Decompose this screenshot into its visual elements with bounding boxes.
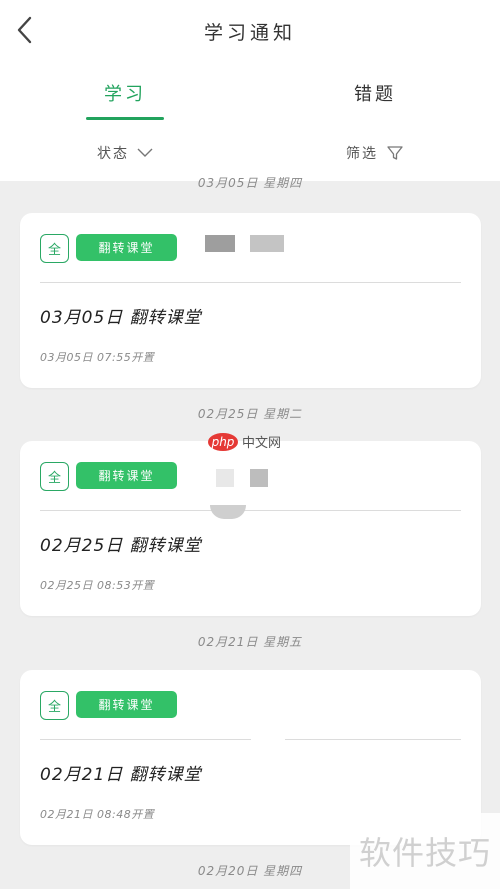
back-button[interactable] <box>8 12 40 48</box>
redacted-block <box>216 469 234 487</box>
status-dropdown[interactable]: 状态 <box>0 124 250 181</box>
tab-wrong-questions[interactable]: 错题 <box>250 62 500 124</box>
filter-bar: 状态 筛选 <box>0 124 500 181</box>
chevron-down-icon <box>137 148 153 157</box>
card-header: 全 翻转课堂 <box>20 441 481 509</box>
status-label: 状态 <box>97 145 129 162</box>
notice-time: 02月25日 08:53开置 <box>40 579 155 592</box>
all-badge: 全 <box>40 691 69 720</box>
redacted-block <box>250 235 284 252</box>
all-badge: 全 <box>40 234 69 263</box>
divider <box>40 510 461 511</box>
tab-bar: 学习 错题 <box>0 62 500 124</box>
chevron-left-icon <box>17 16 32 44</box>
type-badge: 翻转课堂 <box>76 462 177 489</box>
notice-card[interactable]: 全 翻转课堂 03月05日 翻转课堂 03月05日 07:55开置 <box>20 213 481 388</box>
divider <box>285 739 461 740</box>
notice-time: 02月21日 08:48开置 <box>40 808 155 821</box>
divider <box>40 739 251 740</box>
type-badge: 翻转课堂 <box>76 234 177 261</box>
filter-label: 筛选 <box>346 145 378 162</box>
notice-title: 02月25日 翻转课堂 <box>40 536 202 556</box>
notice-time: 03月05日 07:55开置 <box>40 351 155 364</box>
date-separator-partial: 03月05日 星期四 <box>197 177 303 190</box>
date-separator: 02月25日 星期二 <box>197 407 303 421</box>
notice-title: 03月05日 翻转课堂 <box>40 308 202 328</box>
card-header: 全 翻转课堂 <box>20 670 481 738</box>
php-watermark: php 中文网 <box>208 432 281 451</box>
type-badge: 翻转课堂 <box>76 691 177 718</box>
funnel-icon <box>387 145 403 160</box>
notice-title: 02月21日 翻转课堂 <box>40 765 202 785</box>
card-header: 全 翻转课堂 <box>20 213 481 281</box>
php-logo-text: 中文网 <box>242 436 282 451</box>
php-logo-icon: php <box>208 432 238 451</box>
watermark: 软件技巧 <box>350 813 500 889</box>
filter-button[interactable]: 筛选 <box>250 124 500 181</box>
redacted-block <box>205 235 235 252</box>
date-separator: 02月21日 星期五 <box>197 635 303 649</box>
header-section: 学习通知 学习 错题 状态 筛选 <box>0 0 500 181</box>
all-badge: 全 <box>40 462 69 491</box>
notice-card[interactable]: 全 翻转课堂 02月25日 翻转课堂 02月25日 08:53开置 <box>20 441 481 616</box>
nav-bar: 学习通知 <box>0 0 500 62</box>
divider <box>40 282 461 283</box>
redacted-block <box>210 505 246 519</box>
redacted-block <box>250 469 268 487</box>
tab-study[interactable]: 学习 <box>0 62 250 124</box>
page-title: 学习通知 <box>203 21 296 44</box>
